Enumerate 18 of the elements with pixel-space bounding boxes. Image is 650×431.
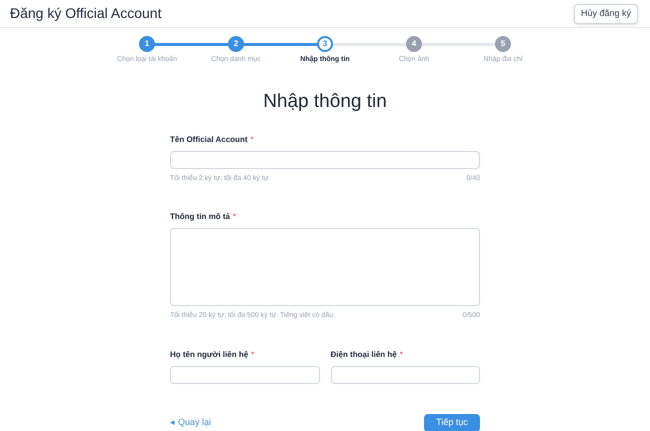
required-mark: * (233, 210, 236, 222)
field-label: Họ tên người liên hệ (170, 349, 248, 361)
back-link[interactable]: ◂ Quay lại (170, 416, 212, 430)
input-field[interactable] (330, 366, 480, 384)
required-mark: * (250, 134, 254, 146)
input-field[interactable] (170, 151, 480, 169)
page-title: Đăng ký Official Account (10, 4, 162, 23)
continue-button[interactable]: Tiếp tục (424, 414, 480, 431)
textarea-field[interactable] (170, 228, 480, 306)
required-mark: * (400, 349, 403, 361)
back-arrow-icon: ◂ (170, 416, 175, 430)
field-label: Tên Official Account (170, 134, 248, 146)
field-label: Điện thoại liên hệ (330, 349, 397, 361)
field-label: Thông tin mô tả (170, 210, 230, 222)
input-field[interactable] (170, 366, 320, 384)
form-heading: Nhập thông tin (262, 90, 388, 114)
required-mark: * (251, 349, 254, 361)
cancel-button[interactable]: Hủy đăng ký (574, 4, 638, 24)
